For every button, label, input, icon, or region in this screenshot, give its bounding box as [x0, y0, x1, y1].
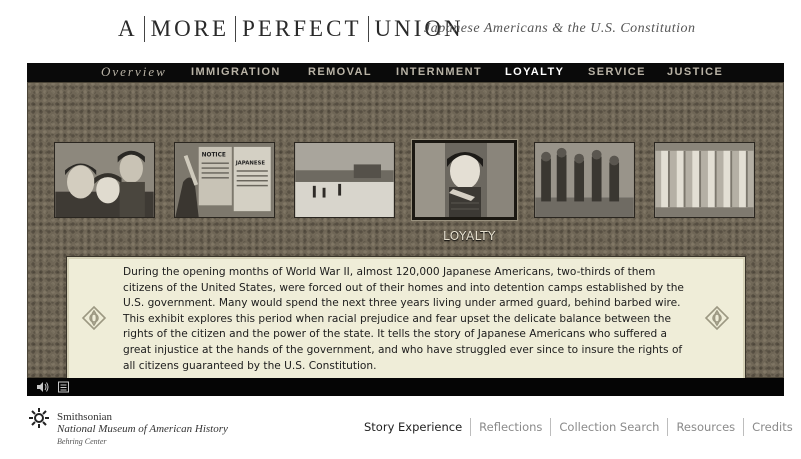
- footer-link-resources[interactable]: Resources: [668, 420, 743, 434]
- ornament-icon-left: [81, 305, 107, 331]
- site-subtitle: Japanese Americans & the U.S. Constituti…: [424, 21, 696, 36]
- camp-landscape-image: [295, 143, 394, 217]
- nav-item-immigration[interactable]: IMMIGRATION: [191, 66, 281, 78]
- nav-item-loyalty[interactable]: LOYALTY: [505, 66, 564, 78]
- title-divider: [367, 16, 369, 42]
- intro-text-panel: During the opening months of World War I…: [66, 256, 746, 384]
- thumbnail-stage: NOTICE JAPANESE LOYALTY During the openi…: [27, 82, 784, 384]
- intro-paragraph: During the opening months of World War I…: [123, 266, 684, 372]
- thumbnail-children[interactable]: [54, 142, 155, 218]
- selected-thumbnail-caption: LOYALTY: [443, 229, 496, 243]
- header: A MORE PERFECT UNION Japanese Americans …: [0, 0, 801, 60]
- thumbnail-camp[interactable]: [294, 142, 395, 218]
- footer-link-credits[interactable]: Credits: [744, 420, 801, 434]
- nav-item-service[interactable]: SERVICE: [588, 66, 646, 78]
- posted-notice-image: NOTICE JAPANESE: [175, 143, 274, 217]
- exhibit-frame: Overview IMMIGRATION REMOVAL INTERNMENT …: [27, 63, 784, 396]
- smithsonian-sunburst-icon[interactable]: [28, 407, 50, 429]
- speaker-icon[interactable]: [36, 381, 50, 393]
- footer-link-collection-search[interactable]: Collection Search: [551, 420, 667, 434]
- section-nav: Overview IMMIGRATION REMOVAL INTERNMENT …: [27, 63, 784, 82]
- notice-japanese-text: JAPANESE: [235, 160, 266, 166]
- nav-item-overview[interactable]: Overview: [101, 64, 167, 80]
- museum-name-nmah[interactable]: National Museum of American History: [57, 423, 228, 435]
- girl-pledge-image: [415, 143, 514, 217]
- footer-link-story-experience[interactable]: Story Experience: [364, 420, 470, 434]
- thumbnail-supreme-court[interactable]: [654, 142, 755, 218]
- ornament-icon-right: [704, 305, 730, 331]
- title-word-perfect: PERFECT: [242, 16, 362, 41]
- museum-name-behring: Behring Center: [57, 437, 107, 446]
- footer: Smithsonian National Museum of American …: [0, 400, 801, 459]
- nav-item-removal[interactable]: REMOVAL: [308, 66, 372, 78]
- soldiers-marching-image: [535, 143, 634, 217]
- title-word-a: A: [118, 16, 138, 41]
- nav-item-internment[interactable]: INTERNMENT: [396, 66, 482, 78]
- children-photo-image: [55, 143, 154, 217]
- site-title[interactable]: A MORE PERFECT UNION: [118, 16, 464, 42]
- footer-nav: Story Experience Reflections Collection …: [364, 418, 801, 436]
- thumbnail-soldiers[interactable]: [534, 142, 635, 218]
- thumbnail-notice[interactable]: NOTICE JAPANESE: [174, 142, 275, 218]
- nav-item-justice[interactable]: JUSTICE: [667, 66, 723, 78]
- title-divider: [235, 16, 237, 42]
- title-word-more: MORE: [150, 16, 230, 41]
- footer-link-reflections[interactable]: Reflections: [471, 420, 550, 434]
- title-divider: [143, 16, 145, 42]
- media-controls: [27, 378, 784, 396]
- transcript-icon[interactable]: [57, 381, 71, 393]
- thumbnail-loyalty[interactable]: [412, 140, 517, 220]
- notice-heading: NOTICE: [202, 153, 226, 159]
- supreme-court-columns-image: [655, 143, 754, 217]
- museum-name-smithsonian[interactable]: Smithsonian: [57, 411, 112, 423]
